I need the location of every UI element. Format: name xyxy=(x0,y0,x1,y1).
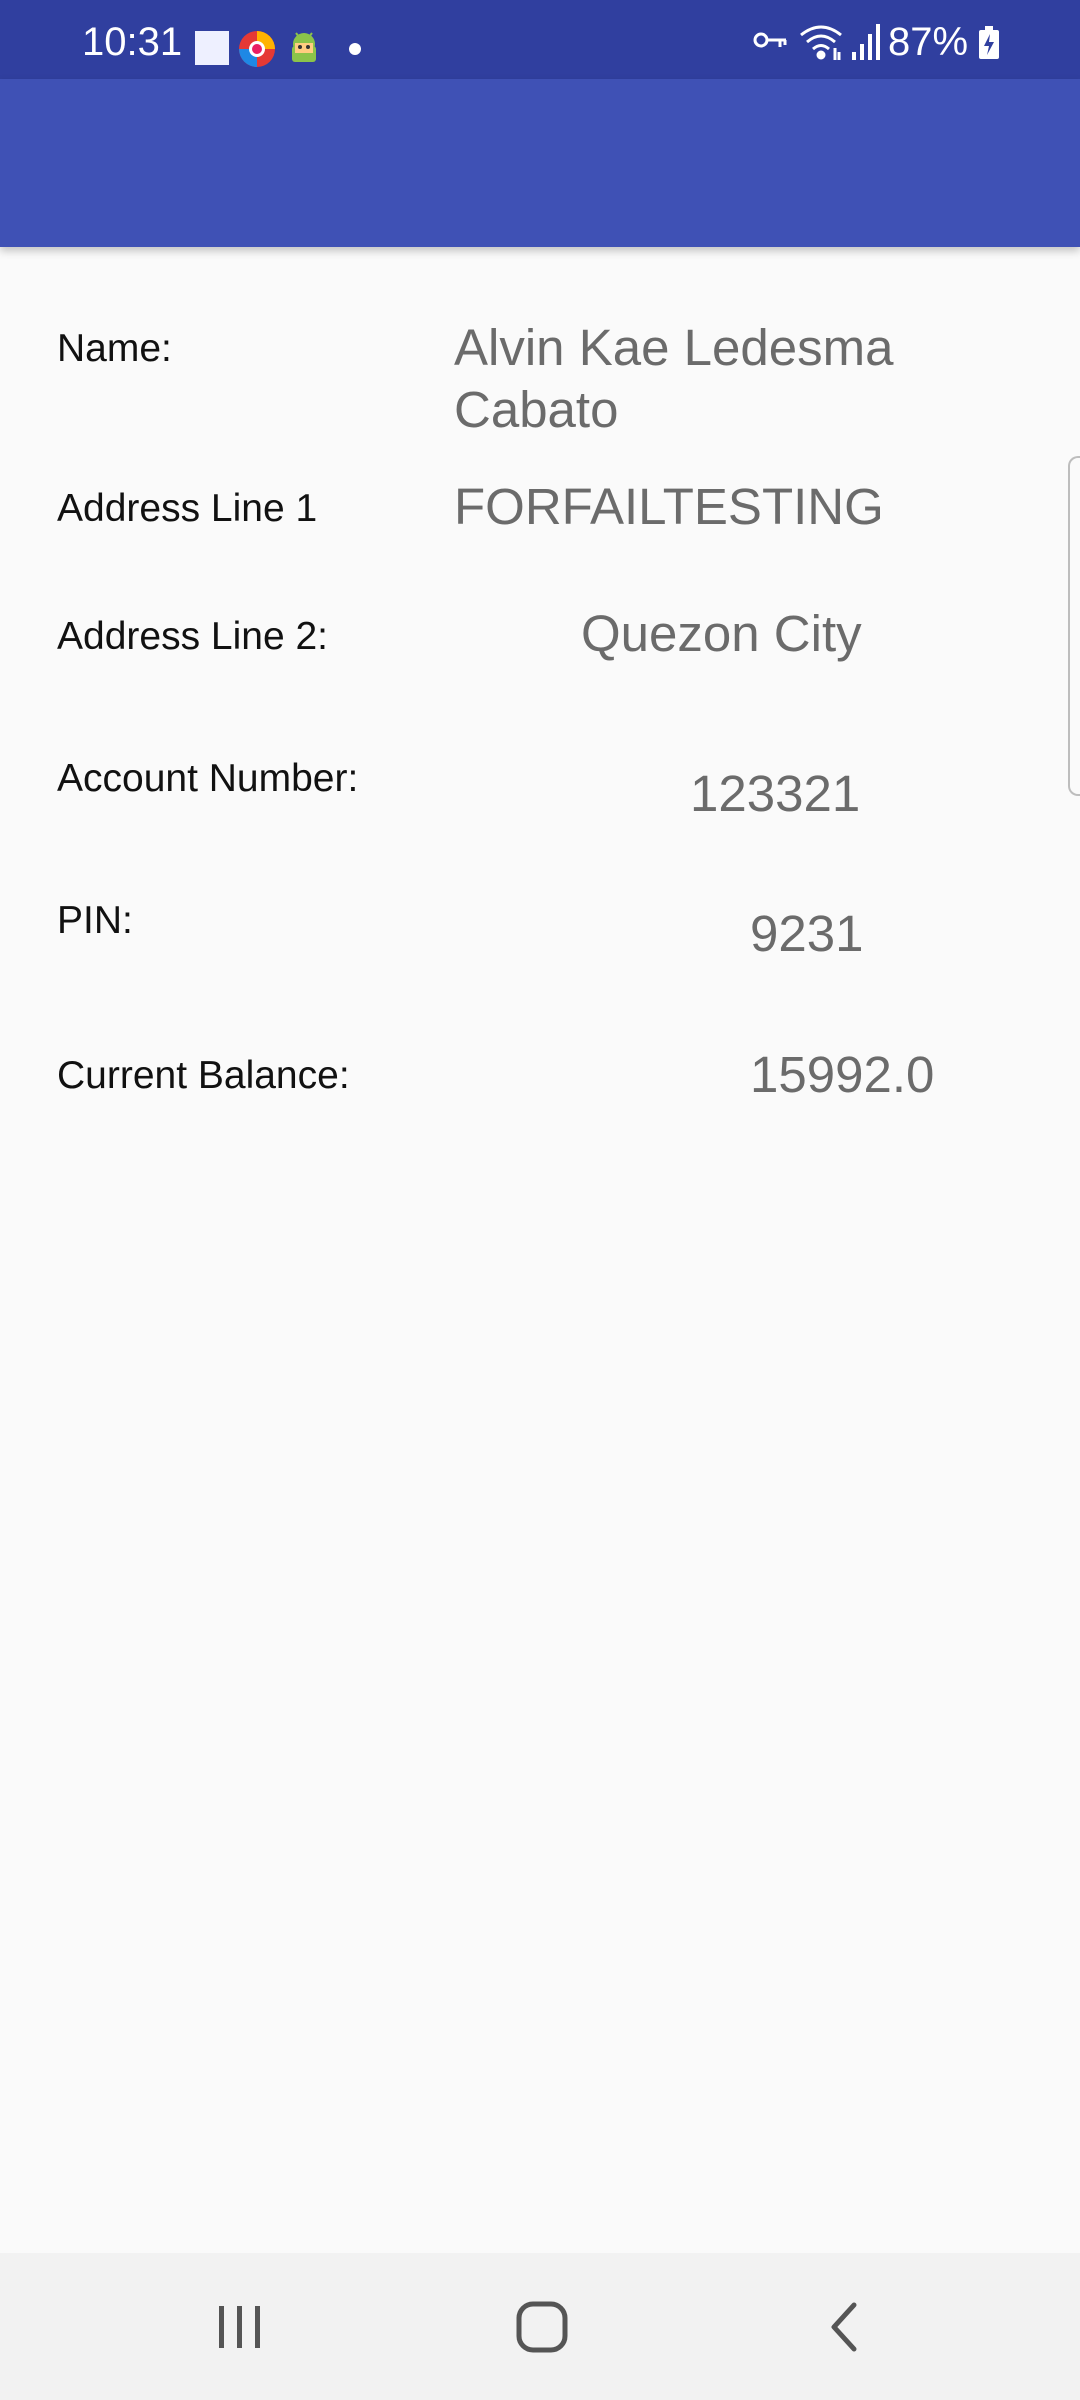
edge-panel-handle[interactable] xyxy=(1068,456,1080,796)
android-icon xyxy=(286,30,322,73)
wifi-icon xyxy=(798,22,844,67)
battery-percent: 87% xyxy=(888,20,969,64)
current-balance-value: 15992.0 xyxy=(750,1046,935,1103)
recents-icon xyxy=(219,2305,260,2348)
address2-label: Address Line 2: xyxy=(57,615,329,658)
name-label: Name: xyxy=(57,327,172,370)
address2-value: Quezon City xyxy=(581,605,862,662)
dot-icon xyxy=(348,42,362,61)
vpn-key-icon xyxy=(752,28,788,57)
name-value-line1: Alvin Kae Ledesma xyxy=(454,319,894,376)
recents-button[interactable] xyxy=(160,2253,320,2400)
system-status-icons: 87% xyxy=(752,22,1002,62)
status-time: 10:31 xyxy=(82,20,183,64)
name-value-line2: Cabato xyxy=(454,381,619,438)
back-button[interactable] xyxy=(764,2253,924,2400)
signal-icon xyxy=(850,22,882,65)
home-button[interactable] xyxy=(462,2253,622,2400)
white-square-icon xyxy=(194,30,230,71)
app-bar xyxy=(0,79,1080,247)
account-number-value: 123321 xyxy=(690,765,861,822)
account-number-label: Account Number: xyxy=(57,757,359,800)
status-bar: 10:31 87% xyxy=(0,0,1080,79)
address1-label: Address Line 1 xyxy=(57,487,318,530)
address1-value: FORFAILTESTING xyxy=(454,478,884,535)
back-icon xyxy=(831,2302,857,2351)
battery-charging-icon xyxy=(978,26,1000,65)
navigation-bar xyxy=(0,2253,1080,2400)
browser-icon xyxy=(238,30,276,73)
account-details: Name: Alvin Kae Ledesma Cabato Address L… xyxy=(0,247,1080,2253)
current-balance-label: Current Balance: xyxy=(57,1054,350,1097)
pin-value: 9231 xyxy=(750,905,864,962)
pin-label: PIN: xyxy=(57,899,133,942)
home-icon xyxy=(516,2301,568,2352)
